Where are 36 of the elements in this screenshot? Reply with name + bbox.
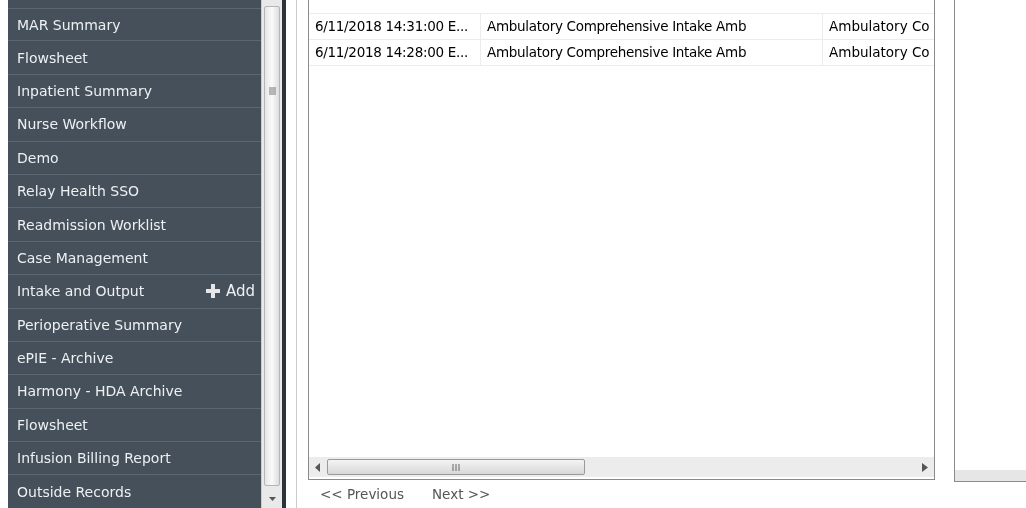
table-cell-text: Ambulatory Co (828, 17, 931, 36)
sidebar-item-label: Flowsheet (17, 416, 88, 433)
table-cell: Ambulatory Comprehensive Intake Amb (481, 14, 823, 39)
sidebar-item-label: Inpatient Summary (17, 82, 152, 99)
sidebar-item-label: Nurse Workflow (17, 116, 127, 133)
right-arrow-icon[interactable] (922, 462, 928, 472)
vertical-scrollbar[interactable] (261, 0, 282, 508)
table-cell: 6/11/2018 14:31:00 E... (309, 14, 481, 39)
sidebar-item-label: Demo (17, 149, 59, 166)
sidebar-item-label: Readmission Worklist (17, 216, 167, 233)
sidebar-item-label: Infusion Billing Report (17, 450, 171, 467)
add-button[interactable]: Add (206, 282, 256, 301)
scroll-thumb[interactable] (327, 459, 585, 475)
left-arrow-icon[interactable] (315, 462, 321, 472)
down-arrow-icon[interactable] (267, 496, 277, 502)
table-cell: Ambulatory Comprehensive Intake Amb (481, 40, 823, 65)
sidebar-item-label: ePIE - Archive (17, 350, 114, 367)
sidebar-item-label: Relay Health SSO (17, 183, 140, 200)
grip-icon (268, 87, 276, 95)
table-cell: 6/11/2018 14:28:00 E... (309, 40, 481, 65)
sidebar-item-label: Perioperative Summary (17, 316, 182, 333)
horizontal-scrollbar[interactable] (309, 457, 934, 477)
sidebar-item-label: Harmony - HDA Archive (17, 383, 183, 400)
sidebar-item-label: Outside Records (17, 483, 132, 500)
grip-icon (452, 463, 460, 471)
sidebar-item[interactable]: Intake and Output Add (8, 275, 262, 309)
sidebar-item-label: Intake and Output (17, 283, 145, 300)
scroll-thumb[interactable] (264, 6, 281, 486)
next-link[interactable]: Next >> (431, 486, 491, 502)
sidebar-item[interactable]: MAR Summary (8, 8, 262, 42)
sidebar-item-label: Flowsheet (17, 49, 88, 66)
sidebar-item-label: Case Management (17, 249, 148, 266)
table-cell-text: Ambulatory Co (828, 43, 931, 62)
previous-link[interactable]: << Previous (320, 486, 404, 502)
sidebar-item-label: MAR Summary (17, 16, 121, 33)
plus-icon (206, 284, 221, 299)
